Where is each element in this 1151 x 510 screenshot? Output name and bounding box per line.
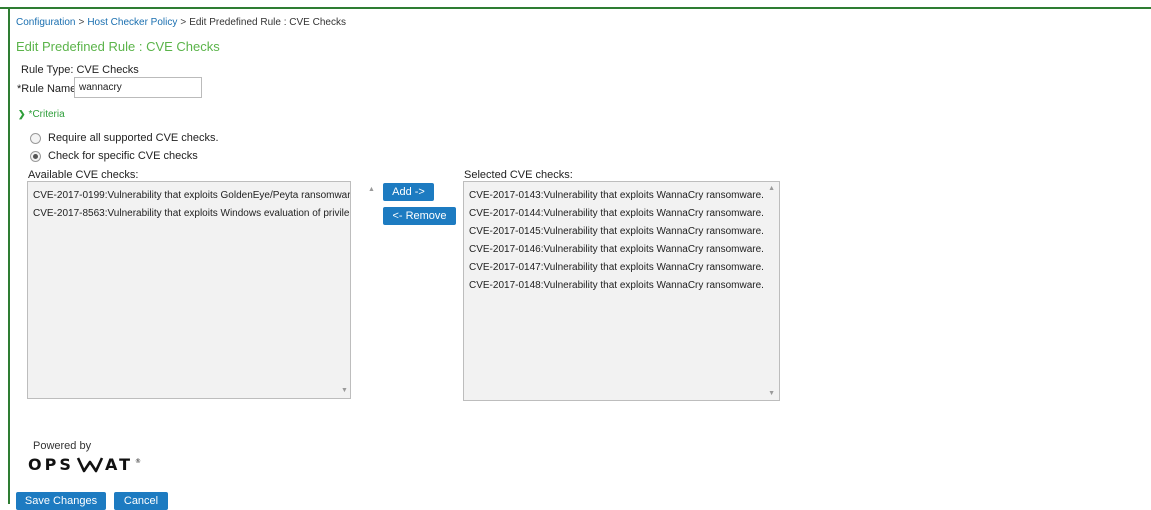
radio-require-all[interactable]: Require all supported CVE checks. bbox=[30, 132, 219, 144]
list-item[interactable]: CVE-2017-0144:Vulnerability that exploit… bbox=[464, 205, 779, 223]
breadcrumb-separator: > bbox=[78, 17, 85, 28]
rule-type-value: CVE Checks bbox=[76, 64, 139, 76]
page-title: Edit Predefined Rule : CVE Checks bbox=[16, 39, 220, 54]
rule-type-row: Rule Type: CVE Checks bbox=[21, 64, 139, 76]
selected-checks-listbox[interactable]: CVE-2017-0143:Vulnerability that exploit… bbox=[463, 181, 780, 401]
svg-text:AT: AT bbox=[105, 455, 133, 474]
save-changes-button[interactable]: Save Changes bbox=[16, 492, 106, 510]
available-checks-listbox[interactable]: CVE-2017-0199:Vulnerability that exploit… bbox=[27, 181, 351, 399]
list-item[interactable]: CVE-2017-0199:Vulnerability that exploit… bbox=[28, 187, 350, 205]
scroll-down-icon[interactable]: ▼ bbox=[768, 390, 775, 397]
left-border bbox=[8, 7, 10, 504]
list-item[interactable]: CVE-2017-0146:Vulnerability that exploit… bbox=[464, 241, 779, 259]
selected-checks-label: Selected CVE checks: bbox=[464, 169, 573, 181]
rule-name-label: *Rule Name: bbox=[17, 83, 80, 95]
list-item[interactable]: CVE-2017-0147:Vulnerability that exploit… bbox=[464, 259, 779, 277]
criteria-toggle[interactable]: ❯ *Criteria bbox=[18, 109, 65, 120]
radio-button-selected[interactable] bbox=[30, 150, 41, 162]
criteria-label: *Criteria bbox=[28, 109, 65, 120]
opswat-logo-image: OPS AT ® bbox=[28, 455, 141, 474]
breadcrumb: Configuration > Host Checker Policy > Edit P… bbox=[16, 17, 346, 28]
scroll-up-icon[interactable]: ▲ bbox=[368, 186, 375, 193]
available-checks-label: Available CVE checks: bbox=[28, 169, 139, 181]
list-item[interactable]: CVE-2017-0145:Vulnerability that exploit… bbox=[464, 223, 779, 241]
radio-label: Require all supported CVE checks. bbox=[48, 132, 219, 144]
breadcrumb-current: Edit Predefined Rule : CVE Checks bbox=[189, 17, 346, 28]
radio-button[interactable] bbox=[30, 132, 41, 144]
list-item[interactable]: CVE-2017-0143:Vulnerability that exploit… bbox=[464, 187, 779, 205]
radio-specific[interactable]: Check for specific CVE checks bbox=[30, 150, 198, 162]
breadcrumb-separator: > bbox=[180, 17, 187, 28]
list-item[interactable]: CVE-2017-0148:Vulnerability that exploit… bbox=[464, 277, 779, 295]
top-border bbox=[0, 7, 1151, 9]
cancel-button[interactable]: Cancel bbox=[114, 492, 168, 510]
scroll-down-icon[interactable]: ▼ bbox=[341, 387, 348, 394]
rule-type-label: Rule Type: bbox=[21, 64, 74, 76]
svg-text:®: ® bbox=[135, 458, 141, 465]
breadcrumb-link-configuration[interactable]: Configuration bbox=[16, 17, 75, 28]
breadcrumb-link-host-checker-policy[interactable]: Host Checker Policy bbox=[87, 17, 177, 28]
radio-label: Check for specific CVE checks bbox=[48, 150, 198, 162]
rule-name-input[interactable] bbox=[74, 77, 202, 98]
scroll-up-icon[interactable]: ▲ bbox=[768, 185, 775, 192]
remove-button[interactable]: <- Remove bbox=[383, 207, 456, 225]
add-button[interactable]: Add -> bbox=[383, 183, 434, 201]
powered-by-text: Powered by bbox=[33, 440, 92, 452]
chevron-down-icon: ❯ bbox=[18, 109, 26, 119]
opswat-logo: OPS AT ® bbox=[28, 454, 168, 479]
svg-text:OPS: OPS bbox=[28, 455, 74, 474]
list-item[interactable]: CVE-2017-8563:Vulnerability that exploit… bbox=[28, 205, 350, 223]
